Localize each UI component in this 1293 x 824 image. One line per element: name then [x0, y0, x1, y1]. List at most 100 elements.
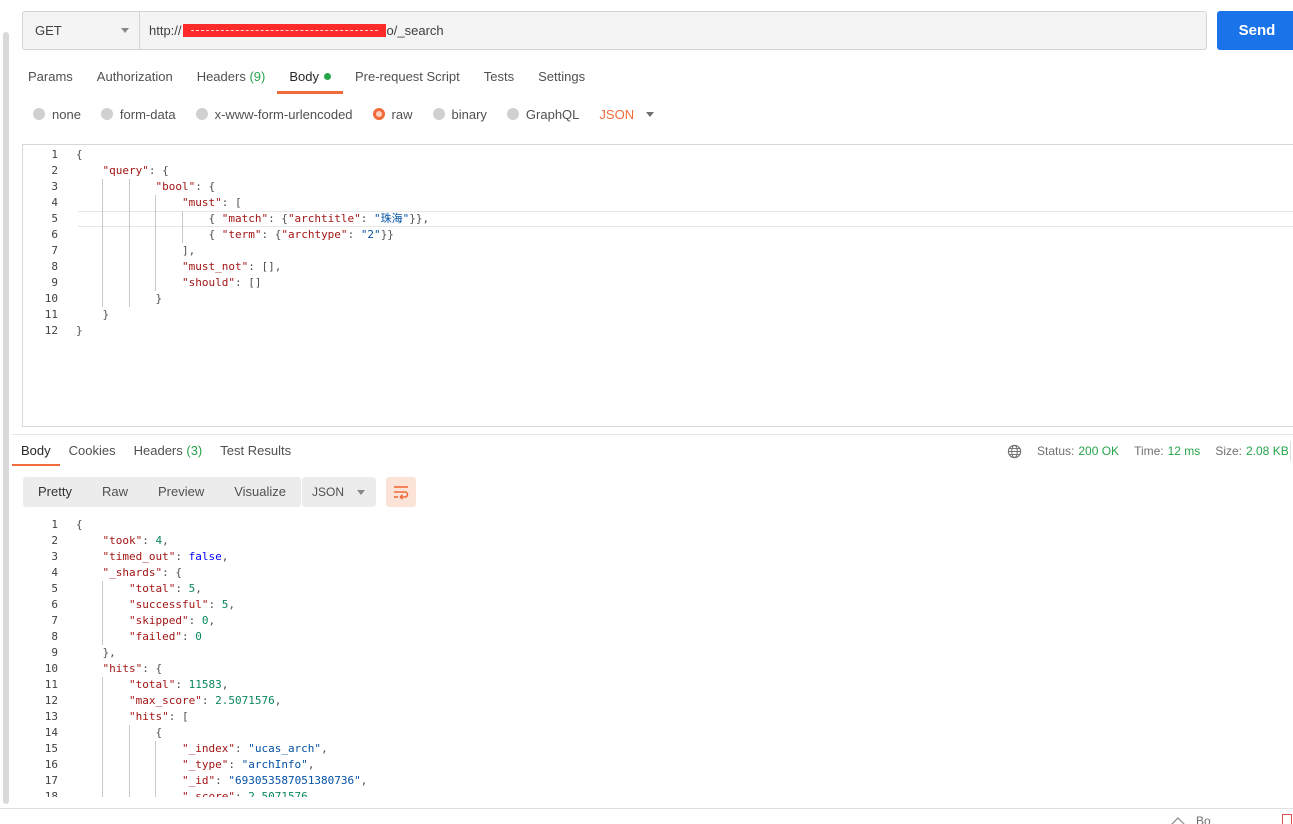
url-input[interactable]: http:// o/_search [140, 12, 1206, 49]
response-body-viewer[interactable]: 1{2 "took": 4, 3 "timed_out": false, 4 "_s… [23, 517, 1293, 797]
code-text: } [76, 308, 110, 321]
code-line: 7 ], [23, 243, 1293, 259]
size-value[interactable]: 2.08 KB [1246, 444, 1289, 458]
tab-label: Headers [196, 69, 246, 84]
tab-tests[interactable]: Tests [472, 62, 526, 94]
line-number: 7 [51, 614, 58, 627]
url-prefix: http:// [149, 23, 182, 38]
code-line: 2 "query": { [23, 163, 1293, 179]
code-line: 3 "bool": { [23, 179, 1293, 195]
request-body-editor[interactable]: 1{2 "query": {3 "bool": {4 "must": [5 { … [22, 144, 1293, 427]
redaction-mark [182, 24, 386, 37]
tab-count: (9) [249, 69, 266, 84]
line-number: 4 [51, 566, 58, 579]
code-line: 16 "_type": "archInfo", [23, 757, 1293, 773]
tab-label: Tests [483, 69, 515, 84]
radio-x-www-form-urlencoded[interactable]: x-www-form-urlencoded [195, 106, 353, 122]
code-text: "_id": "693053587051380736", [181, 774, 368, 787]
time-value[interactable]: 12 ms [1168, 444, 1201, 458]
status-value[interactable]: 200 OK [1078, 444, 1119, 458]
response-status: Status: 200 OK Time: 12 ms Size: 2.08 KB [1007, 441, 1293, 461]
line-number: 9 [51, 276, 58, 289]
radio-icon [506, 108, 519, 120]
tab-headers[interactable]: Headers (9) [185, 62, 278, 94]
code-line: 15 "_index": "ucas_arch", [23, 741, 1293, 757]
code-line: 12} [23, 323, 1293, 339]
code-text: { [76, 148, 83, 161]
tab-body[interactable]: Body [277, 62, 343, 94]
layout-icon[interactable] [1282, 814, 1292, 824]
code-text: "_score": 2.5071576, [181, 790, 315, 797]
line-number: 6 [51, 228, 58, 241]
tab-params[interactable]: Params [16, 62, 85, 94]
tab-label: Test Results [220, 443, 292, 458]
time-label: Time: [1134, 444, 1164, 458]
code-line: 5 { "match": {"archtitle": "珠海"}}, [23, 211, 1293, 227]
tab-authorization[interactable]: Authorization [85, 62, 185, 94]
code-text: { [76, 726, 163, 739]
code-text: } [76, 324, 83, 337]
tab-settings[interactable]: Settings [526, 62, 597, 94]
code-text: ], [76, 244, 196, 257]
line-number: 5 [51, 582, 58, 595]
indent-guide [102, 677, 104, 797]
code-line: 8 "must_not": [], [23, 259, 1293, 275]
radio-binary[interactable]: binary [432, 107, 487, 122]
code-line: 5 "total": 5, [23, 581, 1293, 597]
line-number: 12 [44, 694, 58, 707]
response-tabs: Body Cookies Headers (3) Test Results [12, 440, 300, 466]
radio-label: form-data [119, 106, 176, 122]
send-button[interactable]: Send [1217, 11, 1293, 50]
request-bar: GET http:// o/_search [22, 11, 1207, 50]
code-text: "hits": { [102, 662, 163, 675]
tab-response-body[interactable]: Body [12, 440, 60, 466]
code-line: 18 "_score": 2.5071576, [23, 789, 1293, 797]
tab-test-results[interactable]: Test Results [211, 440, 300, 466]
line-number: 2 [51, 164, 58, 177]
radio-form-data[interactable]: form-data [100, 106, 176, 122]
method-select[interactable]: GET [23, 12, 140, 49]
code-line: 10 "hits": { [23, 661, 1293, 677]
body-format-select[interactable]: JSON [599, 107, 655, 122]
tab-cookies[interactable]: Cookies [60, 440, 125, 466]
pane-divider[interactable] [12, 434, 1293, 435]
tab-pre-request-script[interactable]: Pre-request Script [343, 62, 472, 94]
method-label: GET [35, 23, 62, 38]
code-text: }, [76, 646, 116, 659]
radio-none[interactable]: none [33, 107, 81, 122]
tab-label: Pre-request Script [354, 69, 460, 84]
view-pretty[interactable]: Pretty [23, 477, 87, 507]
radio-raw[interactable]: raw [372, 107, 413, 122]
globe-icon[interactable] [1007, 444, 1022, 459]
view-visualize[interactable]: Visualize [219, 477, 301, 507]
code-text: "_type": "archInfo", [181, 758, 315, 771]
line-number: 6 [51, 598, 58, 611]
scrollbar-thumb[interactable] [3, 32, 9, 804]
radio-icon [33, 108, 45, 120]
modified-dot-icon [323, 73, 331, 80]
view-preview[interactable]: Preview [143, 477, 219, 507]
line-number: 18 [44, 790, 58, 797]
radio-graphql[interactable]: GraphQL [506, 106, 580, 122]
radio-label: x-www-form-urlencoded [214, 106, 353, 122]
code-line: 1{ [23, 147, 1293, 163]
wrap-lines-button[interactable] [386, 477, 416, 507]
tab-count: (3) [186, 443, 203, 458]
line-number: 2 [51, 534, 58, 547]
code-text: "total": 5, [128, 582, 202, 595]
code-line: 12 "max_score": 2.5071576, [23, 693, 1293, 709]
size-label: Size: [1215, 444, 1242, 458]
left-scrollbar[interactable] [0, 0, 12, 810]
line-number: 1 [51, 518, 58, 531]
tab-response-headers[interactable]: Headers (3) [125, 440, 212, 466]
code-text: "max_score": 2.5071576, [128, 694, 282, 707]
code-line: 4 "must": [ [23, 195, 1293, 211]
view-raw[interactable]: Raw [87, 477, 143, 507]
code-text: "skipped": 0, [128, 614, 216, 627]
radio-label: GraphQL [525, 106, 580, 122]
code-text: "hits": [ [128, 710, 189, 723]
response-format-select[interactable]: JSON [302, 477, 376, 507]
code-text: "successful": 5, [128, 598, 235, 611]
line-number: 3 [51, 180, 58, 193]
bootcamp-link[interactable]: Bo [1170, 814, 1211, 824]
